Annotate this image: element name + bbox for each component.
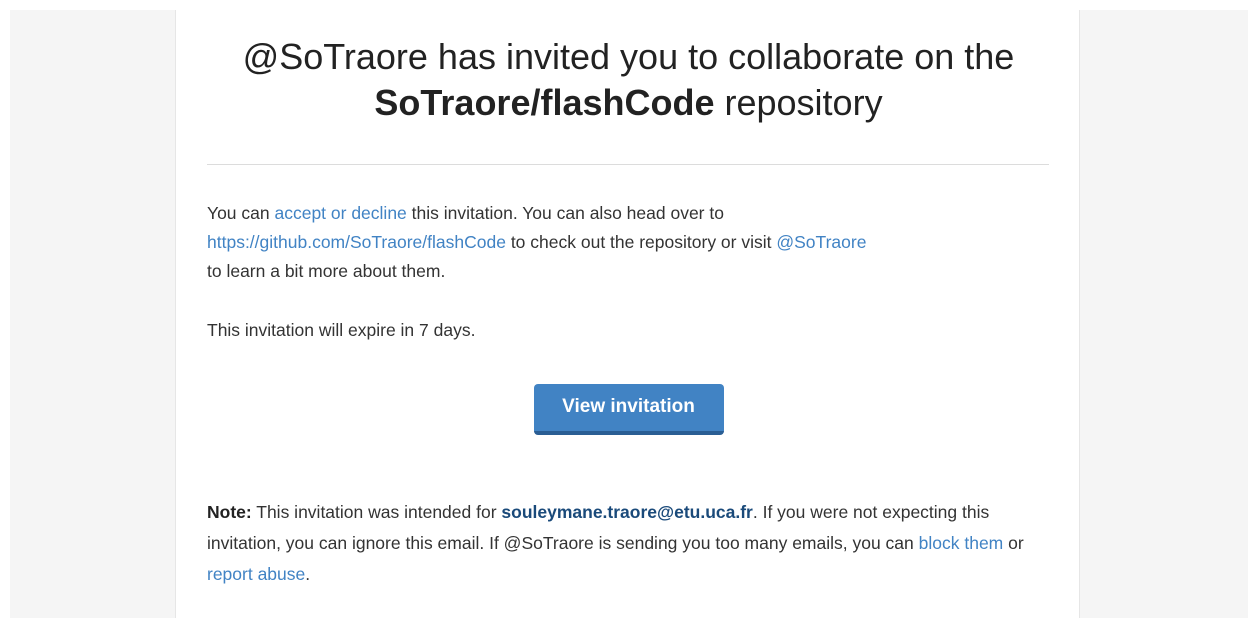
repo-url-link[interactable]: https://github.com/SoTraore/flashCode [207, 232, 506, 252]
accept-decline-link[interactable]: accept or decline [274, 203, 406, 223]
user-profile-link[interactable]: @SoTraore [776, 232, 866, 252]
p1-text-after-accept: this invitation. You can also head over … [406, 203, 724, 223]
view-invitation-button[interactable]: View invitation [533, 384, 724, 435]
block-user-link[interactable]: block them [919, 533, 1004, 553]
cta-container: View invitation [176, 384, 1081, 435]
expiry-text: This invitation will expire in 7 days. [207, 320, 476, 340]
email-viewport: @SoTraore has invited you to collaborate… [0, 0, 1258, 618]
heading-repo-suffix: repository [714, 82, 883, 123]
invitation-paragraph: You can accept or decline this invitatio… [207, 199, 1049, 286]
p1-text-start: You can [207, 203, 275, 223]
note-label: Note: [207, 502, 252, 522]
report-abuse-link[interactable]: report abuse [207, 564, 305, 584]
intended-email: souleymane.traore@etu.uca.fr [501, 502, 753, 522]
note-paragraph: Note: This invitation was intended for s… [207, 497, 1049, 590]
heading-line1: @SoTraore has invited you to collaborate… [242, 36, 1015, 77]
heading-repo-name: SoTraore/flashCode [374, 82, 715, 123]
note-or-text: or [1003, 533, 1024, 553]
header-divider [207, 164, 1049, 165]
right-gutter [1080, 10, 1248, 618]
invitation-heading: @SoTraore has invited you to collaborate… [176, 34, 1081, 126]
note-end: . [305, 564, 311, 584]
note-text-start: This invitation was intended for [251, 502, 502, 522]
p1-text-end: to learn a bit more about them. [207, 261, 446, 281]
p1-text-after-url: to check out the repository or visit [505, 232, 777, 252]
left-gutter [10, 10, 175, 618]
email-card: @SoTraore has invited you to collaborate… [175, 10, 1080, 618]
